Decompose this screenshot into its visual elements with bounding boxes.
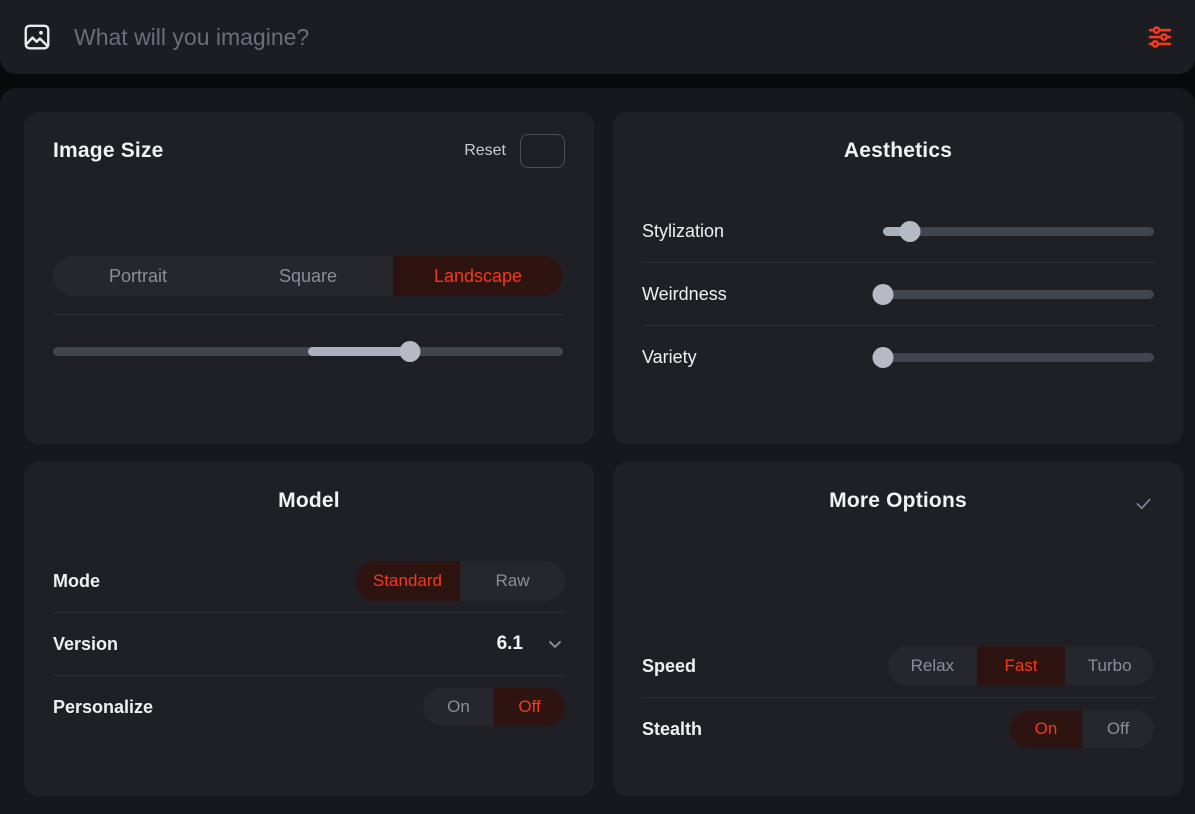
stylization-label: Stylization [642, 220, 725, 241]
slider-knob[interactable] [872, 346, 894, 368]
divider [53, 314, 565, 315]
panel-title: More Options [829, 489, 967, 512]
personalize-segmented-control[interactable]: On Off [423, 688, 565, 726]
slider-track [883, 289, 1154, 299]
aspect-ratio-box-icon[interactable] [520, 134, 565, 168]
stealth-option-on[interactable]: On [1010, 710, 1082, 748]
speed-option-turbo[interactable]: Turbo [1065, 646, 1154, 686]
weirdness-label: Weirdness [642, 283, 727, 304]
size-option-square[interactable]: Square [223, 256, 393, 296]
speed-label: Speed [642, 655, 697, 676]
aesthetics-header: Aesthetics [642, 134, 1154, 168]
mode-option-standard[interactable]: Standard [355, 561, 460, 601]
stealth-segmented-control[interactable]: On Off [1010, 710, 1154, 748]
speed-segmented-control[interactable]: Relax Fast Turbo [888, 646, 1154, 686]
speed-option-relax[interactable]: Relax [888, 646, 977, 686]
panel-model: Model Mode Standard Raw Version 6.1 Pers… [24, 462, 594, 796]
size-slider[interactable] [53, 340, 563, 362]
sliders-icon[interactable] [1143, 20, 1177, 54]
row-personalize: Personalize On Off [53, 676, 565, 738]
chevron-down-icon[interactable] [545, 634, 565, 654]
personalize-label: Personalize [53, 696, 154, 717]
stealth-option-off[interactable]: Off [1082, 710, 1154, 748]
row-speed: Speed Relax Fast Turbo [642, 635, 1154, 697]
stealth-label: Stealth [642, 718, 703, 739]
weirdness-slider[interactable] [872, 283, 1154, 305]
slider-knob[interactable] [899, 220, 921, 242]
slider-fill [308, 346, 410, 356]
variety-label: Variety [642, 346, 697, 367]
personalize-option-on[interactable]: On [423, 688, 494, 726]
row-stylization: Stylization [642, 200, 1154, 262]
prompt-bar [0, 0, 1195, 74]
mode-segmented-control[interactable]: Standard Raw [355, 561, 565, 601]
speed-option-fast[interactable]: Fast [976, 646, 1066, 686]
version-value: 6.1 [496, 633, 523, 654]
model-header: Model [53, 484, 565, 518]
panel-title: Image Size [53, 139, 164, 162]
image-size-segmented-control[interactable]: Portrait Square Landscape [53, 256, 563, 296]
version-label: Version [53, 633, 119, 654]
stylization-slider[interactable] [883, 220, 1154, 242]
panel-title: Aesthetics [843, 139, 953, 162]
panel-aesthetics: Aesthetics Stylization Weirdness Variety [613, 112, 1183, 444]
size-option-portrait[interactable]: Portrait [53, 256, 223, 296]
slider-track [883, 352, 1154, 362]
size-option-landscape[interactable]: Landscape [393, 256, 563, 296]
row-stealth: Stealth On Off [642, 698, 1154, 760]
panel-more-options: More Options Speed Relax Fast Turbo Stea… [613, 462, 1183, 796]
settings-container: Image Size Reset Portrait Square Landsca… [0, 88, 1195, 814]
row-weirdness: Weirdness [642, 263, 1154, 325]
prompt-input[interactable] [74, 23, 1143, 51]
settings-grid: Image Size Reset Portrait Square Landsca… [24, 112, 1183, 796]
reset-label[interactable]: Reset [464, 142, 506, 160]
more-options-header: More Options [642, 484, 1154, 518]
slider-knob[interactable] [399, 340, 421, 362]
variety-slider[interactable] [872, 346, 1154, 368]
personalize-option-off[interactable]: Off [494, 688, 565, 726]
slider-knob[interactable] [872, 283, 894, 305]
image-icon [22, 22, 52, 52]
mode-label: Mode [53, 570, 100, 591]
row-mode: Mode Standard Raw [53, 550, 565, 612]
slider-track [883, 226, 1154, 236]
row-version[interactable]: Version 6.1 [53, 613, 565, 675]
mode-option-raw[interactable]: Raw [460, 561, 565, 601]
image-size-header: Image Size Reset [53, 134, 565, 168]
row-variety: Variety [642, 326, 1154, 388]
panel-image-size: Image Size Reset Portrait Square Landsca… [24, 112, 594, 444]
panel-title: Model [278, 489, 340, 512]
check-icon[interactable] [1133, 493, 1154, 514]
